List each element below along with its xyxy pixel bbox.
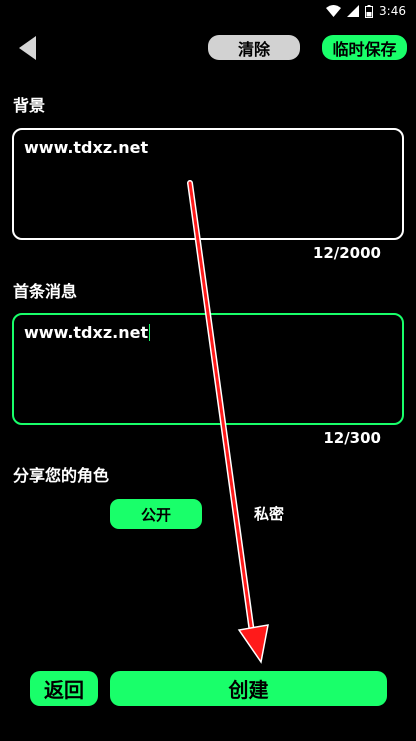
create-button[interactable]: 创建 (110, 671, 387, 706)
private-option-button[interactable]: 私密 (254, 503, 284, 524)
background-label: 背景 (13, 96, 46, 115)
battery-icon (365, 4, 374, 18)
status-icons: 3:46 (326, 3, 406, 19)
status-time: 3:46 (379, 4, 406, 18)
wifi-icon (326, 5, 342, 17)
return-button[interactable]: 返回 (30, 671, 98, 706)
create-button-label: 创建 (228, 678, 269, 702)
temp-save-button[interactable]: 临时保存 (322, 35, 407, 60)
back-arrow-icon[interactable] (16, 34, 38, 62)
share-label: 分享您的角色 (13, 466, 110, 485)
background-char-counter: 12/2000 (312, 244, 381, 262)
temp-save-button-label: 临时保存 (332, 39, 397, 59)
return-button-label: 返回 (44, 678, 84, 702)
public-option-label: 公开 (140, 505, 171, 524)
clear-button[interactable]: 清除 (208, 35, 300, 60)
create-character-screen: 3:46 清除 临时保存 背景 www.tdxz.net 12/2000 首条消… (0, 0, 416, 741)
first-message-label: 首条消息 (13, 282, 78, 301)
text-cursor (149, 324, 151, 341)
signal-icon (347, 5, 360, 17)
first-message-textarea[interactable]: www.tdxz.net (12, 313, 404, 425)
background-textarea[interactable]: www.tdxz.net (12, 128, 404, 240)
status-bar: 3:46 (0, 0, 416, 22)
background-text: www.tdxz.net (24, 138, 149, 157)
first-message-char-counter: 12/300 (323, 429, 381, 447)
first-message-text: www.tdxz.net (24, 323, 149, 342)
clear-button-label: 清除 (237, 39, 270, 59)
public-option-button[interactable]: 公开 (110, 499, 202, 529)
